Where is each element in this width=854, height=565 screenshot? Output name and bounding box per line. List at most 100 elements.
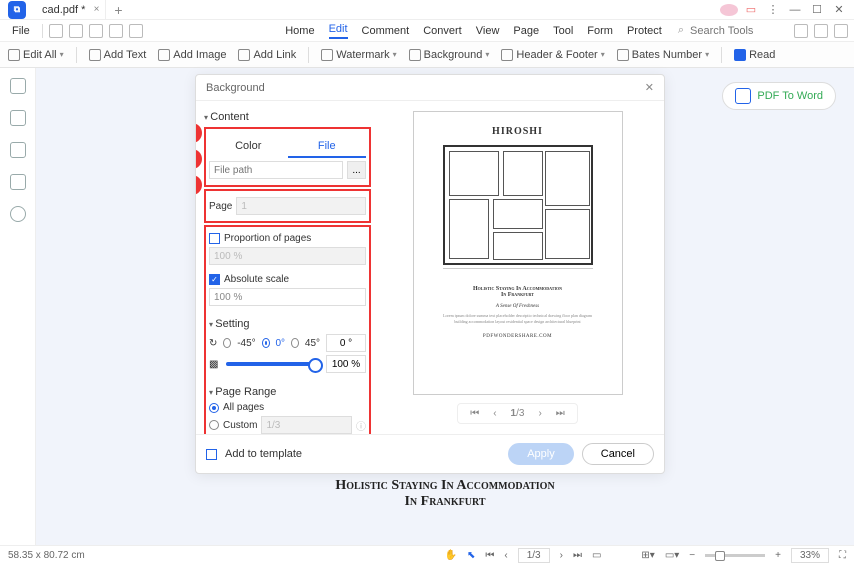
search-input[interactable]: [690, 25, 780, 37]
background-button[interactable]: Background▾: [409, 49, 490, 61]
tab-file[interactable]: File: [288, 136, 367, 158]
undo-icon[interactable]: [109, 24, 123, 38]
rot-0[interactable]: [262, 338, 270, 348]
search-panel-icon[interactable]: [10, 206, 26, 222]
opacity-input[interactable]: [326, 355, 366, 373]
prop-pages-check[interactable]: [209, 233, 220, 244]
document-tab[interactable]: cad.pdf * ×: [34, 0, 106, 20]
share-icon[interactable]: [794, 24, 808, 38]
browse-button[interactable]: ...: [347, 161, 366, 179]
info-icon: ⓘ: [356, 418, 366, 433]
hand-tool-icon[interactable]: ✋: [445, 550, 457, 561]
callout-2: 2: [196, 149, 202, 169]
range-all-radio[interactable]: [209, 403, 219, 413]
mail-icon[interactable]: [69, 24, 83, 38]
zoom-value[interactable]: 33%: [791, 548, 829, 563]
menu-page[interactable]: Page: [513, 25, 539, 37]
edit-all-button[interactable]: Edit All▾: [8, 49, 64, 61]
bookmarks-icon[interactable]: [10, 110, 26, 126]
pager-next-icon[interactable]: ›: [538, 408, 541, 419]
comments-icon[interactable]: [10, 142, 26, 158]
pager-last-icon[interactable]: ⏭: [556, 408, 565, 419]
header-footer-button[interactable]: Header & Footer▾: [501, 49, 604, 61]
tab-color[interactable]: Color: [209, 136, 288, 158]
attachments-icon[interactable]: [10, 174, 26, 190]
first-page-icon[interactable]: ⏮: [485, 550, 494, 561]
opacity-icon: ▩: [209, 359, 218, 370]
minimize-icon[interactable]: —: [786, 4, 804, 16]
add-image-button[interactable]: Add Image: [158, 49, 226, 61]
cancel-button[interactable]: Cancel: [582, 443, 654, 465]
menu-protect[interactable]: Protect: [627, 25, 662, 37]
opacity-slider[interactable]: [226, 362, 318, 366]
last-page-icon[interactable]: ⏭: [573, 550, 582, 561]
file-menu[interactable]: File: [6, 25, 36, 37]
preview-heading: HIROSHI: [492, 126, 543, 137]
page-range-section[interactable]: Page Range: [209, 386, 366, 398]
close-tab-icon[interactable]: ×: [94, 4, 100, 15]
next-page-icon[interactable]: ›: [560, 550, 563, 561]
fit-width-icon[interactable]: ▭▾: [665, 550, 679, 561]
redo-icon[interactable]: [129, 24, 143, 38]
add-link-button[interactable]: Add Link: [238, 49, 296, 61]
add-text-button[interactable]: Add Text: [89, 49, 147, 61]
menu-tool[interactable]: Tool: [553, 25, 573, 37]
menu-home[interactable]: Home: [285, 25, 314, 37]
range-custom-radio[interactable]: [209, 420, 219, 430]
zoom-slider[interactable]: [705, 554, 765, 557]
prev-page-icon[interactable]: ‹: [504, 550, 507, 561]
dialog-close-icon[interactable]: ✕: [645, 81, 654, 94]
file-path-input[interactable]: [209, 161, 343, 179]
setting-section[interactable]: Setting: [209, 318, 366, 330]
new-tab-button[interactable]: +: [106, 2, 130, 18]
maximize-icon[interactable]: ☐: [808, 3, 826, 16]
bates-number-button[interactable]: Bates Number▾: [617, 49, 709, 61]
rot-n45[interactable]: [223, 338, 231, 348]
page-text: Holistic Staying In Accommodation In Fra…: [196, 478, 694, 510]
abs-scale-input[interactable]: [209, 288, 366, 306]
page-indicator[interactable]: 1/3: [518, 548, 550, 563]
print-icon[interactable]: [89, 24, 103, 38]
menu-comment[interactable]: Comment: [362, 25, 410, 37]
apply-button[interactable]: Apply: [508, 443, 574, 465]
watermark-button[interactable]: Watermark▾: [321, 49, 396, 61]
read-button[interactable]: Read: [734, 49, 775, 61]
fullscreen-icon[interactable]: ⛶: [839, 550, 846, 561]
dialog-title: Background: [206, 82, 265, 94]
rotate-icon: ↻: [209, 338, 217, 349]
account-badge[interactable]: [720, 4, 738, 16]
fit-page-icon[interactable]: ⊞▾: [641, 550, 654, 561]
abs-scale-check[interactable]: ✓: [209, 274, 220, 285]
close-window-icon[interactable]: ✕: [830, 3, 848, 16]
rot-p45[interactable]: [291, 338, 299, 348]
menu-form[interactable]: Form: [587, 25, 613, 37]
prop-pages-label: Proportion of pages: [224, 233, 311, 244]
home-icon[interactable]: [834, 24, 848, 38]
dimensions-label: 58.35 x 80.72 cm: [8, 550, 85, 561]
menu-edit[interactable]: Edit: [329, 23, 348, 39]
pager-prev-icon[interactable]: ‹: [493, 408, 496, 419]
zoom-in-icon[interactable]: +: [775, 550, 781, 561]
read-mode-icon[interactable]: ▭: [592, 550, 601, 561]
add-template-check[interactable]: [206, 449, 217, 460]
menu-view[interactable]: View: [476, 25, 500, 37]
save-icon[interactable]: [49, 24, 63, 38]
rot-input[interactable]: [326, 334, 366, 352]
tab-filename: cad.pdf *: [42, 4, 85, 16]
cloud-icon[interactable]: [814, 24, 828, 38]
pdf-to-word-button[interactable]: PDF To Word: [722, 82, 836, 110]
custom-range-input: [261, 416, 352, 434]
prop-pages-input: [209, 247, 366, 265]
menu-convert[interactable]: Convert: [423, 25, 462, 37]
select-tool-icon[interactable]: ⬉: [467, 550, 475, 561]
zoom-out-icon[interactable]: −: [689, 550, 695, 561]
chevron-down-icon: ▾: [60, 50, 64, 59]
content-section[interactable]: Content: [204, 111, 371, 123]
note-icon[interactable]: ▭: [742, 3, 760, 16]
more-icon[interactable]: ⋮: [764, 3, 782, 16]
pager-first-icon[interactable]: ⏮: [470, 408, 479, 419]
thumbnails-icon[interactable]: [10, 78, 26, 94]
page-input[interactable]: [236, 197, 366, 215]
callout-3: 3: [196, 175, 202, 195]
preview-pane: HIROSHI Holistic Staying In Accommodatio…: [413, 111, 623, 395]
